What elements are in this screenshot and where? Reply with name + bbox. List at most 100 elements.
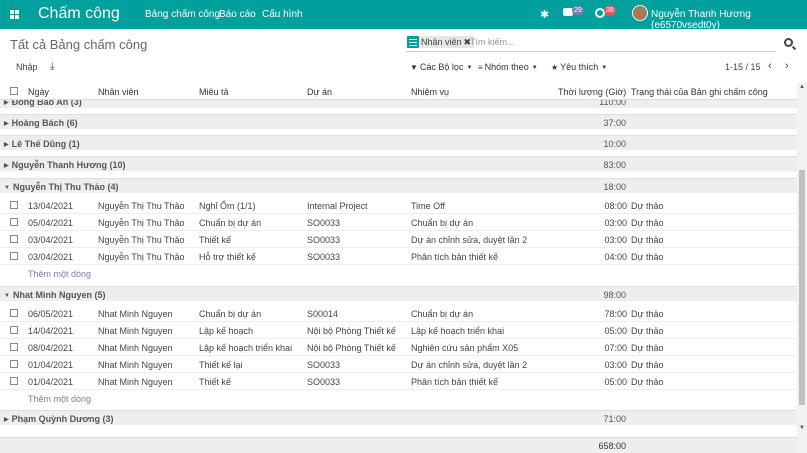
favorites-button[interactable]: ★ Yêu thích ▼	[551, 62, 607, 72]
cell-status: Dự thảo	[631, 218, 664, 228]
group-row[interactable]: ▶ Phạm Quỳnh Dương (3) 71:00	[0, 410, 797, 426]
menu-reporting[interactable]: Báo cáo	[219, 9, 256, 20]
search-input[interactable]: Tìm kiếm...	[470, 37, 515, 47]
cell-hours: 05:00	[604, 377, 627, 387]
menu-timesheets[interactable]: Bảng chấm công	[145, 9, 220, 20]
table-row[interactable]: 03/04/2021 Nguyễn Thị Thu Thảo Hỗ trợ th…	[0, 248, 797, 265]
cell-task: Time Off	[411, 201, 446, 211]
group-total: 71:00	[603, 414, 626, 424]
cell-description: Thiết kế lại	[199, 360, 243, 370]
cell-status: Dự thảo	[631, 252, 664, 262]
add-line-link[interactable]: Thêm một dòng	[28, 269, 91, 279]
groupby-label: Nhóm theo	[484, 62, 529, 72]
cell-status: Dự thảo	[631, 343, 664, 353]
top-navbar: Chấm công Bảng chấm công Báo cáo Cấu hìn…	[0, 0, 807, 31]
cell-date: 01/04/2021	[28, 360, 74, 370]
group-row[interactable]: ▶ Lê Thế Dũng (1) 10:00	[0, 135, 797, 151]
add-line-link[interactable]: Thêm một dòng	[28, 394, 91, 404]
cell-employee: Nguyễn Thị Thu Thảo	[98, 218, 185, 228]
row-checkbox[interactable]	[10, 377, 18, 385]
column-date[interactable]: Ngày	[28, 87, 49, 97]
group-name: Phạm Quỳnh Dương (3)	[11, 414, 114, 424]
group-label: ▶ Lê Thế Dũng (1)	[4, 139, 80, 149]
table-row[interactable]: 05/04/2021 Nguyễn Thị Thu Thảo Chuẩn bị …	[0, 214, 797, 231]
group-label: ▶ Hoàng Bách (6)	[4, 118, 78, 128]
cell-date: 13/04/2021	[28, 201, 74, 211]
app-title[interactable]: Chấm công	[38, 5, 120, 23]
row-checkbox[interactable]	[10, 201, 18, 209]
column-status[interactable]: Trạng thái của Bản ghi chấm công	[631, 87, 768, 97]
row-checkbox[interactable]	[10, 252, 18, 260]
caret-right-icon: ▶	[4, 121, 9, 127]
row-checkbox[interactable]	[10, 343, 18, 351]
layers-icon: ≡	[478, 63, 483, 72]
table-row[interactable]: 01/04/2021 Nhat Minh Nguyen Thiết kế SO0…	[0, 373, 797, 390]
cell-date: 08/04/2021	[28, 343, 74, 353]
cell-employee: Nhat Minh Nguyen	[98, 360, 173, 370]
row-checkbox[interactable]	[10, 309, 18, 317]
row-checkbox[interactable]	[10, 360, 18, 368]
table-row[interactable]: 13/04/2021 Nguyễn Thị Thu Thảo Nghỉ Ốm (…	[0, 197, 797, 214]
list-footer: 658:00	[0, 437, 797, 453]
download-icon[interactable]: ⤓	[50, 61, 54, 72]
caret-right-icon: ▶	[4, 142, 9, 148]
cell-project: SO0033	[307, 360, 341, 370]
cell-hours: 78:00	[604, 309, 627, 319]
pager-previous-icon[interactable]: ‹	[768, 60, 772, 72]
pager-next-icon[interactable]: ›	[785, 60, 789, 72]
column-project[interactable]: Dự án	[307, 87, 332, 97]
group-row[interactable]: ▼ Nguyễn Thị Thu Thảo (4) 18:00	[0, 178, 797, 194]
apps-menu-icon[interactable]	[10, 10, 19, 19]
row-checkbox[interactable]	[10, 326, 18, 334]
activity-count-badge: 38	[604, 6, 616, 15]
user-menu[interactable]: Nguyễn Thanh Hương (e6570vsedt0y)	[651, 9, 807, 31]
group-total: 18:00	[603, 182, 626, 192]
filters-button[interactable]: ▼ Các Bộ lọc ▼	[410, 62, 472, 72]
column-employee[interactable]: Nhân viên	[98, 87, 139, 97]
favorites-label: Yêu thích	[560, 62, 599, 72]
group-row[interactable]: ▼ Nhat Minh Nguyen (5) 98:00	[0, 286, 797, 302]
cell-task: Phân tích bản thiết kế	[411, 377, 499, 387]
table-row[interactable]: 08/04/2021 Nhat Minh Nguyen Lập kế hoạch…	[0, 339, 797, 356]
group-row[interactable]: ▶ Hoàng Bách (6) 37:00	[0, 114, 797, 130]
table-row[interactable]: 06/05/2021 Nhat Minh Nguyen Chuẩn bị dự …	[0, 305, 797, 322]
caret-down-icon: ▼	[466, 65, 473, 71]
cell-status: Dự thảo	[631, 201, 664, 211]
column-duration[interactable]: Thời lượng (Giờ)	[558, 87, 626, 97]
group-name: Nguyễn Thị Thu Thảo (4)	[12, 182, 119, 192]
star-icon: ★	[551, 63, 559, 72]
cell-hours: 07:00	[604, 343, 627, 353]
caret-right-icon: ▶	[4, 100, 9, 106]
row-checkbox[interactable]	[10, 218, 18, 226]
import-button[interactable]: Nhập	[16, 62, 38, 72]
cell-date: 01/04/2021	[28, 377, 74, 387]
group-total: 37:00	[603, 118, 626, 128]
column-task[interactable]: Nhiệm vụ	[411, 87, 449, 97]
pager-value[interactable]: 1-15 / 15	[725, 62, 761, 72]
cell-description: Lập kế hoạch triển khai	[199, 343, 293, 353]
group-row[interactable]: ▶ Nguyễn Thanh Hương (10) 83:00	[0, 156, 797, 172]
cell-hours: 04:00	[604, 252, 627, 262]
table-row[interactable]: 03/04/2021 Nguyễn Thị Thu Thảo Thiết kế …	[0, 231, 797, 248]
search-icon[interactable]	[784, 38, 793, 47]
cell-task: Nghiên cứu sản phẩm X05	[411, 343, 519, 353]
group-label: ▶ Phạm Quỳnh Dương (3)	[4, 414, 114, 424]
debug-bug-icon[interactable]: ✱	[540, 8, 549, 21]
cell-task: Lập kế hoạch triển khai	[411, 326, 505, 336]
cell-status: Dự thảo	[631, 377, 664, 387]
select-all-checkbox[interactable]	[10, 87, 18, 95]
search-bar[interactable]: Nhân viên ✖ Tìm kiếm...	[406, 34, 776, 52]
cell-employee: Nhat Minh Nguyen	[98, 377, 173, 387]
table-row[interactable]: 01/04/2021 Nhat Minh Nguyen Thiết kế lại…	[0, 356, 797, 373]
grand-total: 658:00	[598, 441, 626, 451]
row-checkbox[interactable]	[10, 235, 18, 243]
groupby-button[interactable]: ≡ Nhóm theo ▼	[478, 62, 538, 72]
column-description[interactable]: Miêu tả	[199, 87, 229, 97]
table-row[interactable]: 14/04/2021 Nhat Minh Nguyen Lập kế hoạch…	[0, 322, 797, 339]
menu-configuration[interactable]: Cấu hình	[262, 9, 303, 20]
user-avatar[interactable]	[632, 5, 648, 21]
scroll-down-icon[interactable]: ▼	[799, 425, 805, 431]
cell-hours: 03:00	[604, 218, 627, 228]
scrollbar-thumb[interactable]	[799, 170, 805, 405]
scroll-up-icon[interactable]: ▲	[799, 84, 805, 90]
